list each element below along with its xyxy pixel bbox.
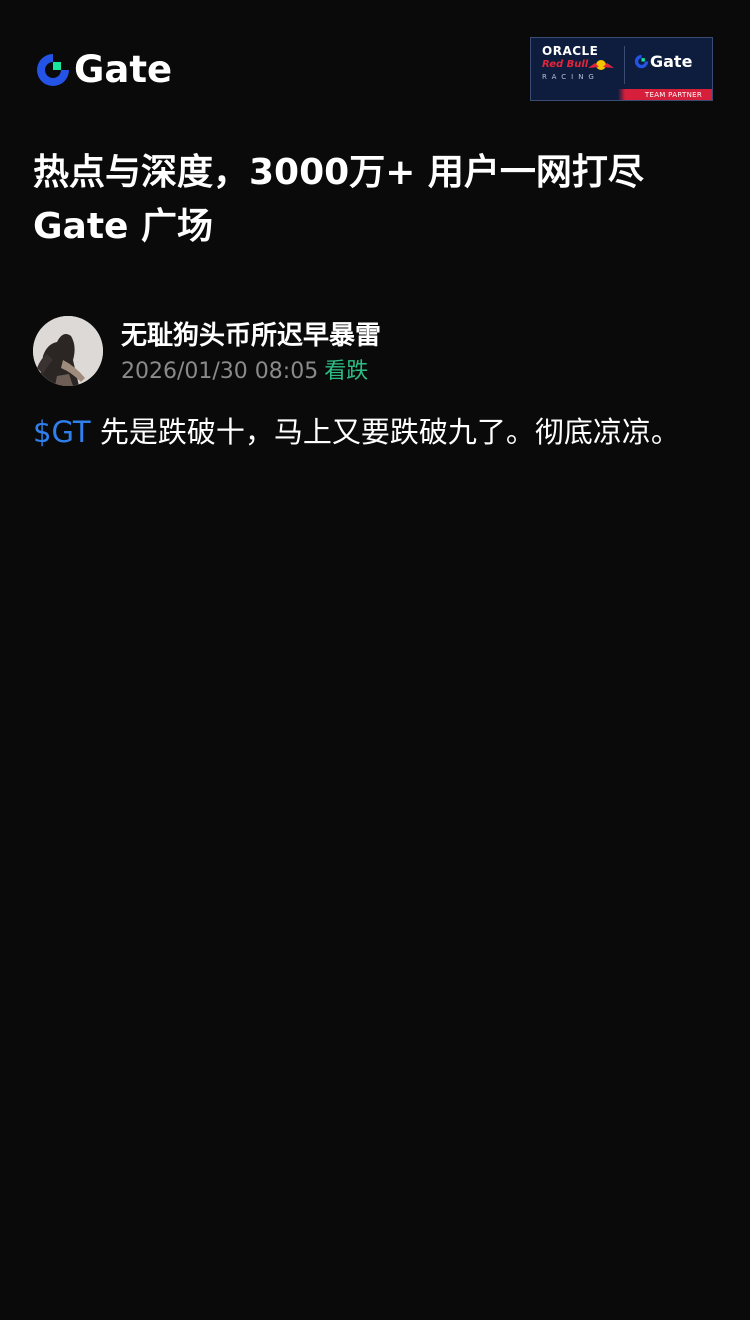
post-meta: 2026/01/30 08:05 看跌 bbox=[121, 356, 368, 388]
logo-text: Gate bbox=[74, 48, 173, 91]
post-timestamp: 2026/01/30 08:05 bbox=[121, 359, 319, 384]
post-text: 先是跌破十，马上又要跌破九了。彻底凉凉。 bbox=[90, 415, 680, 449]
post-body: $GT 先是跌破十，马上又要跌破九了。彻底凉凉。 bbox=[33, 410, 723, 454]
headline-line-1: 热点与深度，3000万+ 用户一网打尽 bbox=[33, 152, 644, 193]
partner-caption: TEAM PARTNER bbox=[644, 91, 702, 99]
partner-badge[interactable]: ORACLE Red Bull RACING Gate TEAM PARTNER bbox=[530, 37, 713, 101]
partner-divider bbox=[624, 46, 625, 84]
author-name[interactable]: 无耻狗头币所迟早暴雷 bbox=[121, 318, 381, 354]
partner-caption-strip: TEAM PARTNER bbox=[531, 89, 712, 100]
gate-logo-small-icon bbox=[634, 54, 649, 69]
partner-gate-text: Gate bbox=[650, 52, 693, 71]
partner-oracle-text: ORACLE bbox=[542, 44, 599, 58]
avatar[interactable] bbox=[33, 316, 103, 386]
post-author-row: 无耻狗头币所迟早暴雷 2026/01/30 08:05 看跌 bbox=[33, 316, 723, 388]
top-header: Gate ORACLE Red Bull RACING Gate TEAM PA… bbox=[0, 0, 750, 130]
partner-gate-logo: Gate bbox=[634, 52, 692, 71]
partner-racing-text: RACING bbox=[542, 73, 599, 81]
partner-redbull-text: Red Bull bbox=[542, 59, 589, 70]
headline-line-2: Gate 广场 bbox=[33, 206, 214, 247]
gate-logo[interactable]: Gate bbox=[35, 50, 172, 90]
avatar-image bbox=[33, 316, 103, 386]
sentiment-badge: 看跌 bbox=[324, 359, 369, 384]
ticker-link[interactable]: $GT bbox=[33, 415, 91, 449]
red-bull-icon bbox=[588, 60, 614, 70]
page-headline: 热点与深度，3000万+ 用户一网打尽 Gate 广场 bbox=[33, 146, 723, 254]
gate-logo-icon bbox=[37, 54, 69, 86]
